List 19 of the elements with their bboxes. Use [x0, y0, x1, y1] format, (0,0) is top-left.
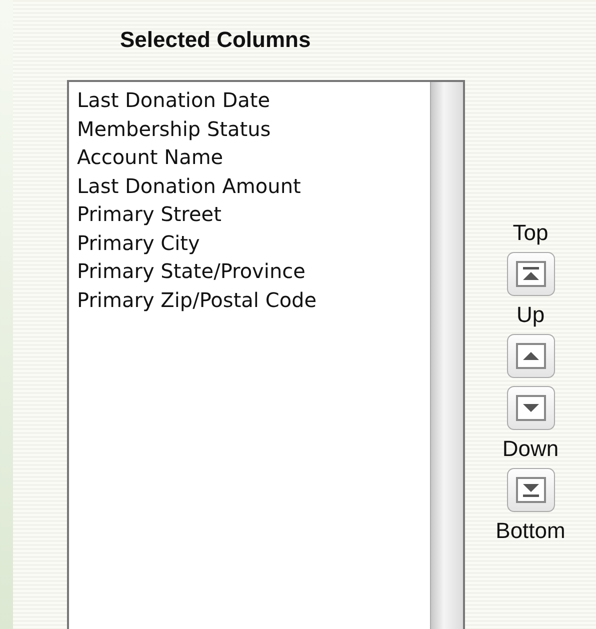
list-item[interactable]: Last Donation Date	[77, 86, 270, 114]
list-item[interactable]: Account Name	[77, 143, 224, 172]
list-item[interactable]: Primary City	[77, 228, 200, 257]
move-bottom-button[interactable]	[506, 468, 554, 512]
button-label: Bottom	[496, 517, 566, 545]
list-item[interactable]: Last Donation Amount	[77, 172, 301, 200]
scrollbar[interactable]	[430, 82, 463, 629]
list-item[interactable]: Primary Zip/Postal Code	[77, 286, 317, 314]
list-heading: Selected Columns	[120, 26, 311, 54]
list-item[interactable]: Membership Status	[77, 114, 271, 143]
move-top-button[interactable]	[506, 252, 554, 296]
button-label: Up	[516, 301, 545, 329]
list-item[interactable]: Primary State/Province	[77, 257, 306, 286]
button-label: Top	[512, 219, 548, 247]
column-list[interactable]: Last Donation Date Membership Status Account Name Last Donation Amount Primary Street Primary City Primary State/Province Primary Zip/Postal Code	[67, 80, 465, 629]
list-item[interactable]: Primary Street	[77, 200, 222, 228]
button-label: Down	[502, 435, 559, 463]
move-up-button[interactable]	[506, 334, 554, 378]
move-down-button[interactable]	[506, 386, 554, 430]
